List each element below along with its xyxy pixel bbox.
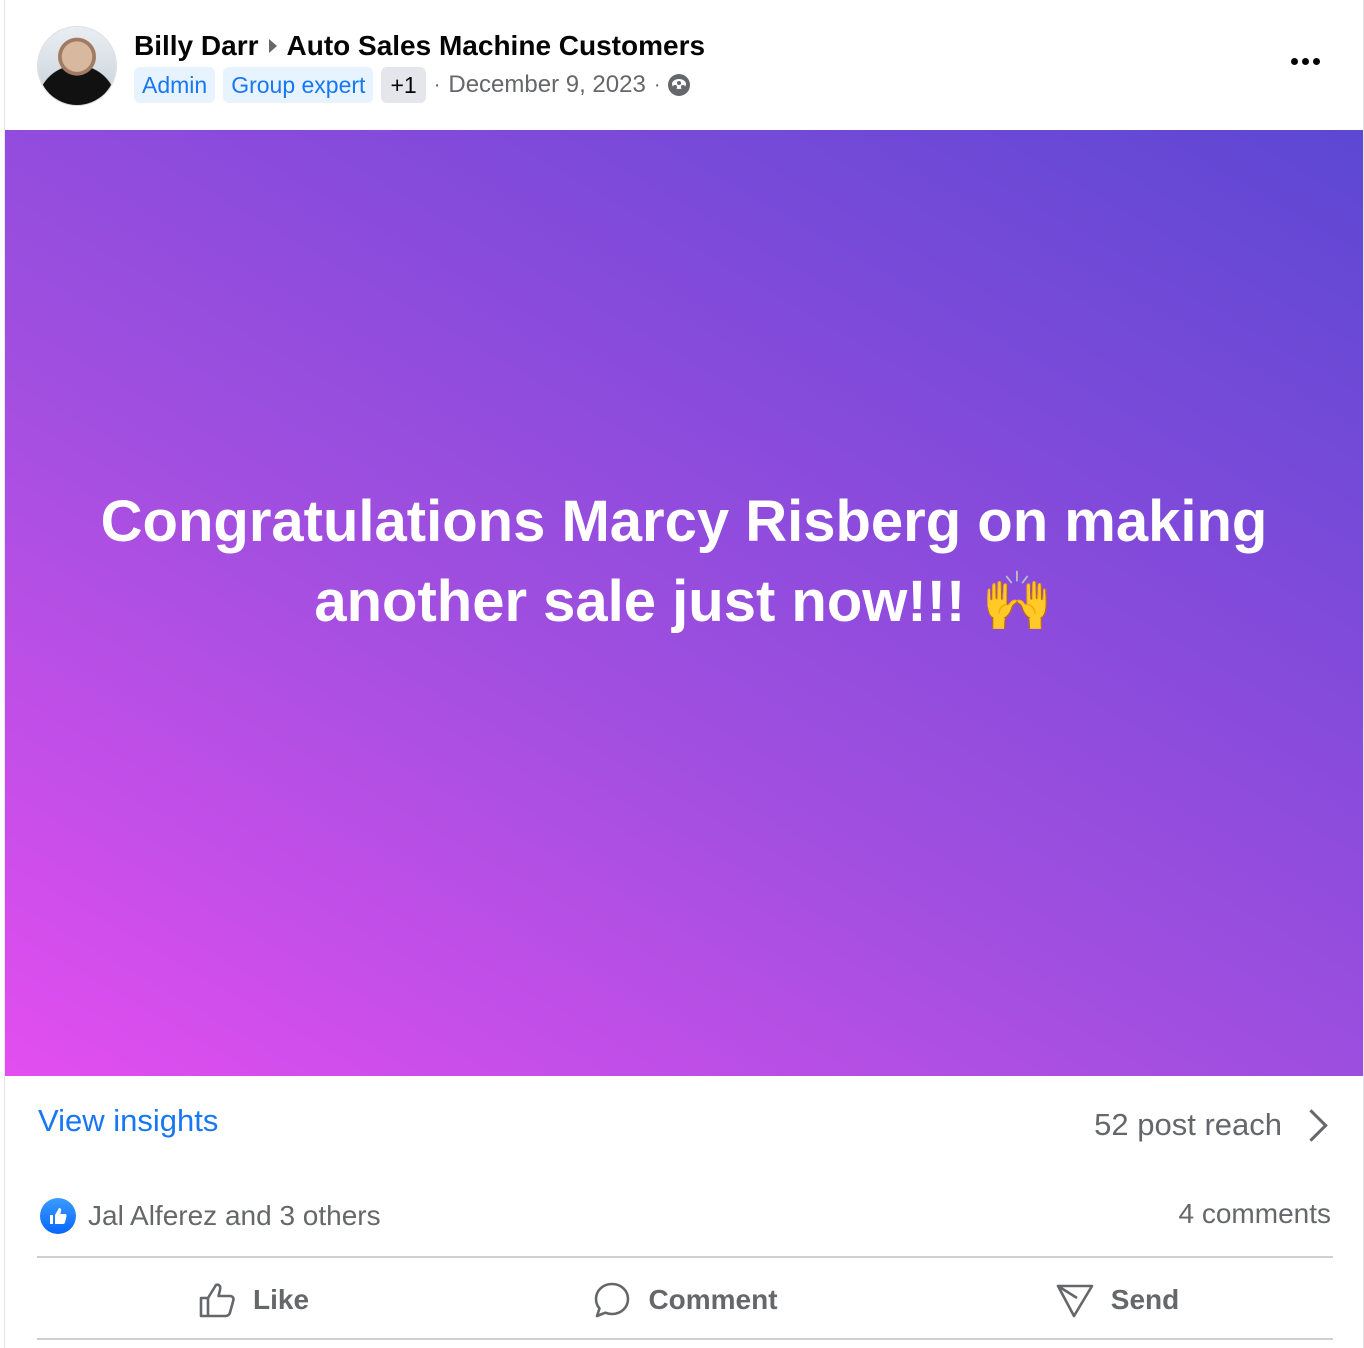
like-reaction-icon — [40, 1198, 76, 1234]
post-reach-text: 52 post reach — [1094, 1107, 1282, 1142]
badge-group-expert[interactable]: Group expert — [223, 67, 374, 103]
group-name[interactable]: Auto Sales Machine Customers — [287, 30, 706, 62]
post-reach[interactable]: 52 post reach — [1094, 1100, 1333, 1150]
more-options-button[interactable] — [1285, 46, 1325, 76]
more-dot-icon — [1290, 57, 1298, 65]
author-avatar[interactable] — [38, 27, 116, 105]
post-date[interactable]: December 9, 2023 — [448, 71, 645, 99]
comments-count[interactable]: 4 comments — [1179, 1198, 1332, 1230]
comment-label: Comment — [648, 1284, 778, 1315]
post-banner[interactable]: Congratulations Marcy Risberg on making … — [5, 130, 1363, 1076]
meta-separator: · — [653, 73, 661, 96]
action-bar: Like Comment Send — [37, 1262, 1333, 1338]
post-card: Billy Darr Auto Sales Machine Customers … — [4, 0, 1364, 1348]
divider — [37, 1338, 1333, 1340]
view-insights-link[interactable]: View insights — [38, 1103, 218, 1139]
divider — [37, 1256, 1333, 1258]
author-name[interactable]: Billy Darr — [134, 30, 259, 62]
banner-text: Congratulations Marcy Risberg on making … — [100, 489, 1268, 634]
comment-icon — [595, 1282, 630, 1318]
send-button[interactable]: Send — [901, 1262, 1333, 1338]
globe-icon[interactable] — [668, 74, 691, 96]
more-dot-icon — [1301, 57, 1309, 65]
more-dot-icon — [1312, 57, 1320, 65]
comment-button[interactable]: Comment — [469, 1262, 901, 1338]
reactions-text: Jal Alferez and 3 others — [88, 1200, 381, 1231]
chevron-right-icon — [1295, 1108, 1328, 1142]
badge-admin[interactable]: Admin — [134, 67, 216, 103]
like-label: Like — [252, 1284, 310, 1315]
like-button[interactable]: Like — [37, 1262, 469, 1338]
reactions-summary[interactable]: Jal Alferez and 3 others — [40, 1196, 381, 1236]
post-title: Billy Darr Auto Sales Machine Customers — [134, 28, 705, 64]
caret-right-icon — [268, 39, 277, 53]
meta-separator: · — [433, 73, 441, 96]
post-meta: Admin Group expert +1 · December 9, 2023… — [134, 66, 691, 104]
send-label: Send — [1110, 1284, 1180, 1315]
send-icon — [1056, 1284, 1094, 1318]
thumbs-up-icon — [199, 1283, 235, 1318]
badge-more[interactable]: +1 — [381, 67, 426, 103]
